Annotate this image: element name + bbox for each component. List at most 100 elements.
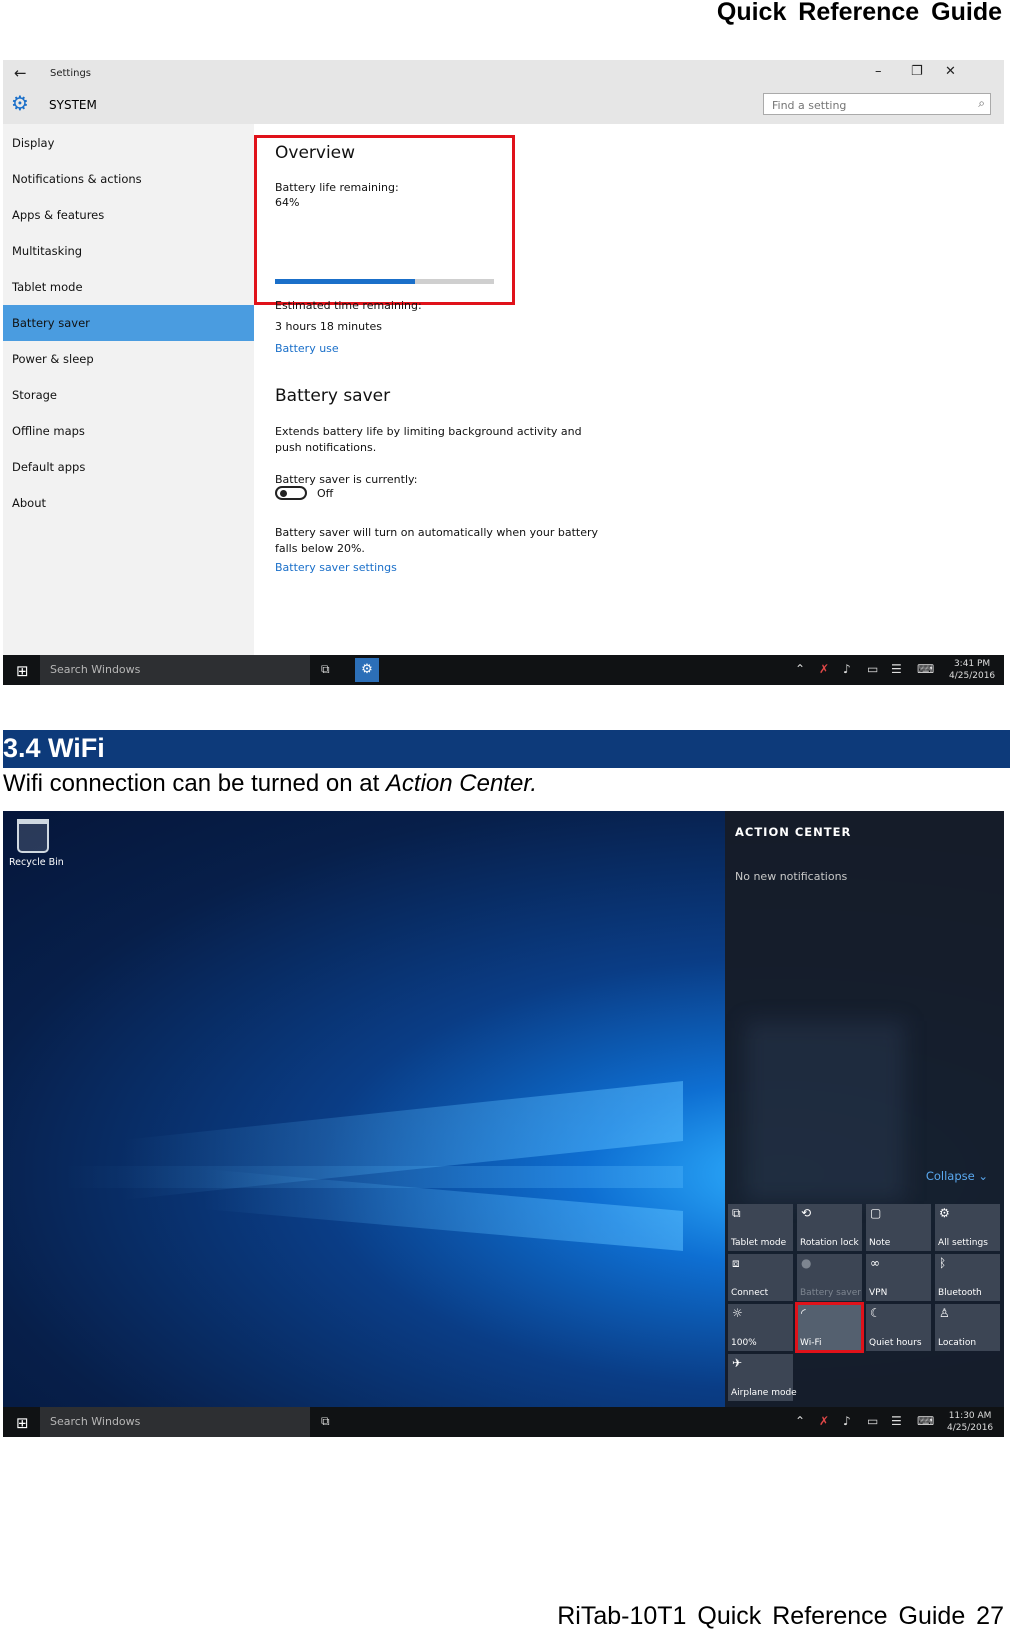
settings-screenshot: ← Settings ⚙ SYSTEM – ❐ ✕ ⌕ Display Noti… bbox=[3, 60, 1004, 687]
battery-saver-heading: Battery saver bbox=[275, 386, 391, 406]
network-icon[interactable]: ✗ bbox=[819, 1414, 829, 1428]
toggle-state-label: Off bbox=[317, 487, 334, 500]
volume-icon[interactable]: ♪ bbox=[843, 1414, 851, 1428]
taskbar-search[interactable]: Search Windows bbox=[40, 1407, 310, 1437]
note-icon: ▢ bbox=[870, 1206, 882, 1220]
sidebar-item-tablet-mode[interactable]: Tablet mode bbox=[3, 269, 254, 305]
task-view-icon[interactable]: ⧉ bbox=[321, 1414, 330, 1429]
quick-action-tablet-mode[interactable]: ⧉ Tablet mode bbox=[728, 1204, 793, 1251]
battery-saver-auto-text: Battery saver will turn on automatically… bbox=[275, 526, 598, 555]
keyboard-icon[interactable]: ⌨ bbox=[917, 662, 934, 676]
sidebar-item-about[interactable]: About bbox=[3, 485, 254, 521]
tile-label: Airplane mode bbox=[731, 1388, 797, 1398]
chevron-up-icon[interactable]: ⌃ bbox=[795, 1414, 805, 1428]
windows-start-icon[interactable]: ⊞ bbox=[16, 662, 29, 680]
find-setting-input[interactable] bbox=[764, 96, 962, 115]
taskbar-search-label: Search Windows bbox=[50, 1415, 141, 1428]
overview-heading: Overview bbox=[275, 143, 356, 163]
recycle-bin-icon[interactable] bbox=[17, 819, 49, 853]
volume-icon[interactable]: ♪ bbox=[843, 662, 851, 676]
quick-action-brightness[interactable]: ☼ 100% bbox=[728, 1304, 793, 1351]
tile-label: Location bbox=[938, 1338, 977, 1348]
taskbar: ⊞ Search Windows ⧉ ⌃ ✗ ♪ ▭ ☰ ⌨ 11:30 AM … bbox=[3, 1407, 1004, 1437]
panel-blur bbox=[745, 1021, 905, 1201]
quick-action-all-settings[interactable]: ⚙ All settings bbox=[935, 1204, 1000, 1251]
maximize-button[interactable]: ❐ bbox=[911, 64, 923, 79]
rotation-lock-icon: ⟲ bbox=[801, 1206, 812, 1220]
notification-icon[interactable]: ☰ bbox=[891, 662, 902, 676]
sidebar-item-display[interactable]: Display bbox=[3, 125, 254, 161]
network-icon[interactable]: ✗ bbox=[819, 662, 829, 676]
sidebar-item-storage[interactable]: Storage bbox=[3, 377, 254, 413]
desktop-screenshot: Recycle Bin ACTION CENTER No new notific… bbox=[3, 811, 1004, 1437]
quick-action-vpn[interactable]: ∞ VPN bbox=[866, 1254, 931, 1301]
page-header: Quick Reference Guide bbox=[716, 0, 1002, 26]
quick-action-battery-saver[interactable]: ● Battery saver bbox=[797, 1254, 862, 1301]
section-title: SYSTEM bbox=[49, 98, 97, 112]
tablet-mode-icon: ⧉ bbox=[732, 1206, 741, 1220]
quick-action-airplane-mode[interactable]: ✈ Airplane mode bbox=[728, 1354, 797, 1401]
clock-date: 4/25/2016 bbox=[949, 671, 996, 681]
minimize-button[interactable]: – bbox=[875, 64, 882, 79]
battery-life-value: 64% bbox=[275, 196, 300, 209]
toggle-knob bbox=[280, 490, 287, 497]
bluetooth-icon: ᛒ bbox=[939, 1256, 947, 1270]
taskbar-search[interactable]: Search Windows bbox=[40, 655, 310, 685]
vpn-icon: ∞ bbox=[870, 1256, 880, 1270]
quick-action-location[interactable]: ♙ Location bbox=[935, 1304, 1000, 1351]
task-view-icon[interactable]: ⧉ bbox=[321, 662, 330, 677]
quick-action-bluetooth[interactable]: ᛒ Bluetooth bbox=[935, 1254, 1000, 1301]
body-text-emphasis: Action Center. bbox=[385, 770, 538, 797]
close-button[interactable]: ✕ bbox=[945, 64, 956, 79]
app-title: Settings bbox=[50, 68, 92, 79]
keyboard-icon[interactable]: ⌨ bbox=[917, 1414, 934, 1428]
settings-sidebar: Display Notifications & actions Apps & f… bbox=[3, 124, 254, 655]
battery-icon[interactable]: ▭ bbox=[867, 662, 878, 676]
notifications-status: No new notifications bbox=[735, 870, 848, 883]
recycle-bin-label: Recycle Bin bbox=[9, 857, 64, 868]
clock-time: 3:41 PM bbox=[953, 659, 991, 669]
clock-date: 4/25/2016 bbox=[947, 1423, 994, 1433]
battery-icon[interactable]: ▭ bbox=[867, 1414, 878, 1428]
collapse-link[interactable]: Collapse ⌄ bbox=[926, 1169, 988, 1183]
taskbar-clock[interactable]: 3:41 PM 4/25/2016 bbox=[949, 658, 995, 682]
wifi-highlight bbox=[795, 1302, 864, 1353]
clock-time: 11:30 AM bbox=[948, 1411, 992, 1421]
taskbar-clock[interactable]: 11:30 AM 4/25/2016 bbox=[947, 1410, 993, 1434]
tile-label: All settings bbox=[938, 1238, 988, 1248]
settings-app-icon[interactable]: ⚙ bbox=[355, 658, 379, 682]
battery-progress-bar bbox=[275, 279, 494, 284]
sidebar-item-battery-saver[interactable]: Battery saver bbox=[3, 305, 254, 341]
battery-saver-settings-link[interactable]: Battery saver settings bbox=[275, 561, 397, 574]
tile-label: Note bbox=[869, 1238, 891, 1248]
sidebar-item-default-apps[interactable]: Default apps bbox=[3, 449, 254, 485]
sidebar-item-apps[interactable]: Apps & features bbox=[3, 197, 254, 233]
taskbar: ⊞ Search Windows ⧉ ⚙ ⌃ ✗ ♪ ▭ ☰ ⌨ 3:41 PM… bbox=[3, 655, 1004, 685]
sidebar-item-notifications[interactable]: Notifications & actions bbox=[3, 161, 254, 197]
quick-action-connect[interactable]: ⧈ Connect bbox=[728, 1254, 793, 1301]
battery-use-link[interactable]: Battery use bbox=[275, 342, 339, 355]
sidebar-item-offline-maps[interactable]: Offline maps bbox=[3, 413, 254, 449]
tile-label: VPN bbox=[869, 1288, 888, 1298]
chevron-down-icon: ⌄ bbox=[978, 1169, 988, 1183]
search-icon[interactable]: ⌕ bbox=[978, 96, 985, 111]
tile-label: Connect bbox=[731, 1288, 769, 1298]
sidebar-item-multitasking[interactable]: Multitasking bbox=[3, 233, 254, 269]
battery-life-label: Battery life remaining: bbox=[275, 181, 399, 194]
chevron-up-icon[interactable]: ⌃ bbox=[795, 662, 805, 676]
tile-label: 100% bbox=[731, 1338, 757, 1348]
tile-label: Quiet hours bbox=[869, 1338, 922, 1348]
quick-action-quiet-hours[interactable]: ☾ Quiet hours bbox=[866, 1304, 931, 1351]
sidebar-item-power-sleep[interactable]: Power & sleep bbox=[3, 341, 254, 377]
windows-start-icon[interactable]: ⊞ bbox=[16, 1414, 29, 1432]
notification-icon[interactable]: ☰ bbox=[891, 1414, 902, 1428]
back-arrow-icon[interactable]: ← bbox=[14, 64, 27, 82]
quick-action-rotation-lock[interactable]: ⟲ Rotation lock bbox=[797, 1204, 862, 1251]
battery-saver-toggle[interactable] bbox=[275, 486, 307, 500]
section-heading: 3.4 WiFi bbox=[3, 733, 105, 763]
tile-label: Rotation lock bbox=[800, 1238, 859, 1248]
time-remaining-value: 3 hours 18 minutes bbox=[275, 320, 382, 333]
quick-action-note[interactable]: ▢ Note bbox=[866, 1204, 931, 1251]
battery-progress-fill bbox=[275, 279, 416, 284]
title-bar: ← Settings ⚙ SYSTEM – ❐ ✕ ⌕ bbox=[3, 60, 1004, 124]
